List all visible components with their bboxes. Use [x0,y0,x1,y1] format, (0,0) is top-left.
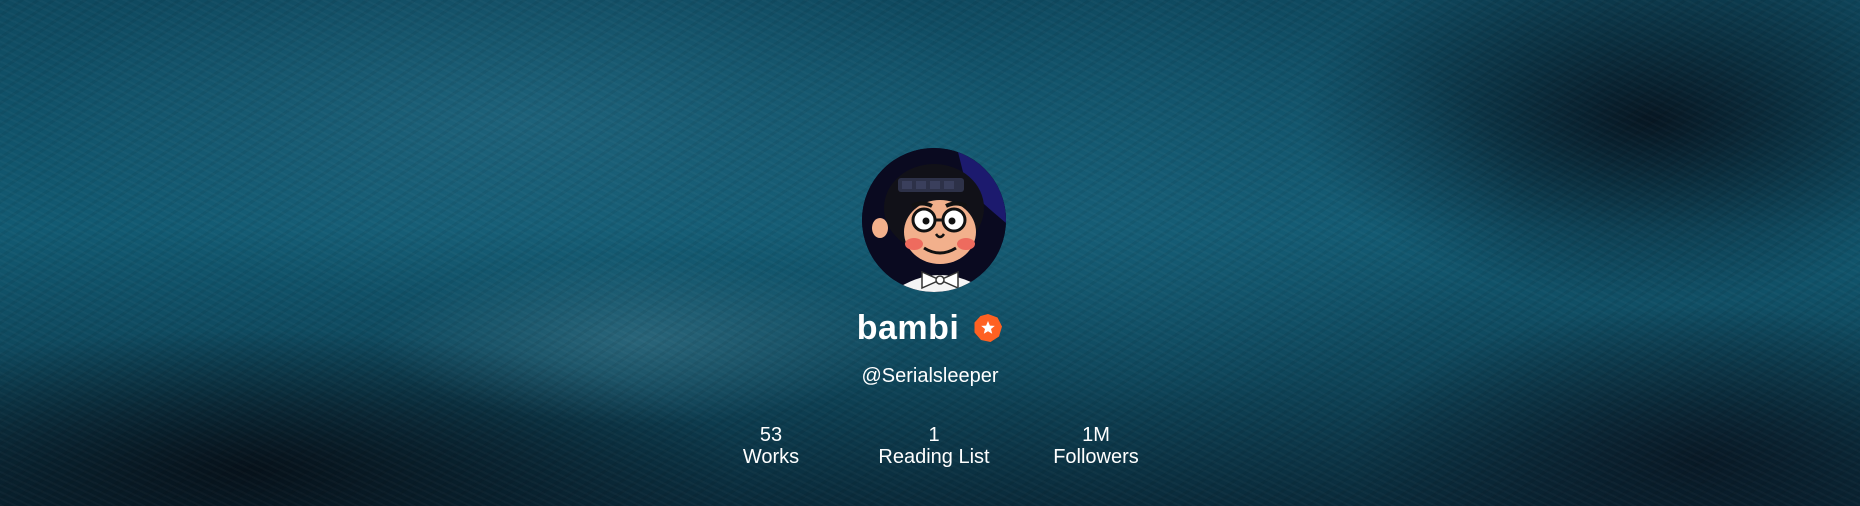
profile-header-banner: bambi @Serialsleeper 53 Works 1 Reading … [0,0,1860,506]
profile-info: bambi @Serialsleeper 53 Works 1 Reading … [0,0,1860,506]
stat-reading-list-count: 1 [928,424,940,446]
name-row: bambi [0,306,1860,350]
stat-followers-label: Followers [1053,446,1139,468]
stat-followers[interactable]: 1M Followers [1011,424,1181,468]
stat-works[interactable]: 53 Works [686,424,856,468]
stat-works-label: Works [742,446,800,468]
avatar[interactable] [862,148,1006,292]
stat-reading-list-label: Reading List [878,446,990,468]
avatar-illustration [862,148,1006,292]
stat-followers-count: 1M [1082,424,1110,446]
username-handle: @Serialsleeper [861,365,999,387]
star-badge-icon [973,313,1003,343]
display-name: bambi [856,309,960,347]
profile-stats: 53 Works 1 Reading List 1M Followers [0,424,1860,474]
stat-works-count: 53 [759,424,783,446]
stat-reading-list[interactable]: 1 Reading List [849,424,1019,468]
